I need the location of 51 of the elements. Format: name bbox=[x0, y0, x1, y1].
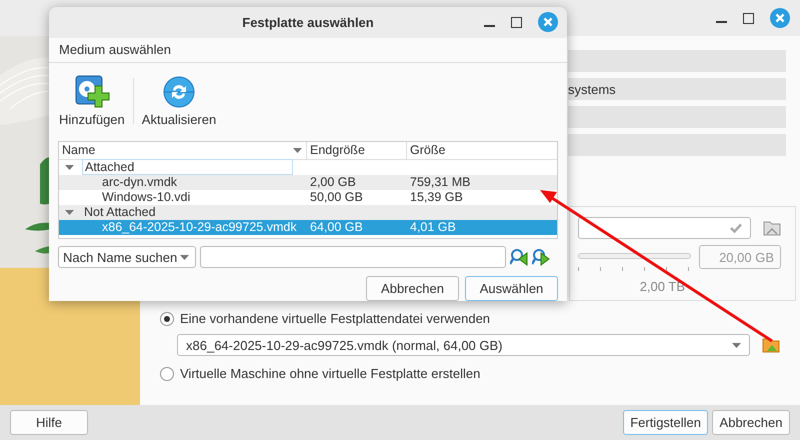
table-cell-text: 4,01 GB bbox=[409, 220, 457, 234]
column-header[interactable]: Endgröße bbox=[307, 142, 407, 159]
group-label[interactable]: Not Attached bbox=[82, 205, 158, 220]
table-cell-text: 759,31 MB bbox=[409, 175, 472, 190]
caret-icon bbox=[180, 254, 189, 260]
column-header[interactable]: Name bbox=[59, 142, 307, 159]
radio-label: Eine vorhandene virtuelle Festplattendatei verwenden bbox=[180, 311, 490, 326]
footer-button[interactable]: Fertigstellen bbox=[623, 410, 708, 435]
radio-button[interactable] bbox=[160, 312, 174, 326]
setting-label: systems bbox=[568, 82, 616, 96]
folder-icon[interactable] bbox=[763, 220, 781, 236]
maximize-button[interactable] bbox=[511, 16, 522, 28]
dialog-button[interactable]: Auswählen bbox=[465, 276, 558, 301]
radio-button[interactable] bbox=[160, 366, 174, 380]
table-cell-text: arc-dyn.vmdk bbox=[101, 175, 178, 190]
table-cell-text: 50,00 GB bbox=[309, 190, 364, 204]
table-row[interactable]: Windows-10.vdi 50,00 GB 15,39 GB bbox=[59, 190, 557, 205]
dialog-title: Festplatte auswählen bbox=[241, 14, 375, 30]
table-cell-text: Windows-10.vdi bbox=[101, 190, 192, 204]
disk-combo[interactable]: x86_64-2025-10-29-ac99725.vmdk (normal, 64,00 GB) bbox=[177, 334, 750, 356]
maximize-button[interactable] bbox=[743, 12, 754, 24]
radio-label: Virtuelle Maschine ohne virtuelle Festplatte erstellen bbox=[180, 366, 480, 381]
search-field[interactable] bbox=[200, 246, 506, 268]
add-disk-icon bbox=[74, 74, 110, 110]
file-combo[interactable] bbox=[578, 217, 751, 239]
dialog-button[interactable]: Abbrechen bbox=[366, 276, 459, 301]
sort-icon bbox=[293, 148, 302, 153]
expanded-icon[interactable] bbox=[65, 208, 74, 217]
help-button[interactable]: Hilfe bbox=[10, 410, 88, 435]
close-button[interactable] bbox=[770, 8, 790, 28]
table-cell-text: x86_64-2025-10-29-ac99725.vmdk bbox=[101, 220, 298, 234]
search-previous-icon[interactable] bbox=[510, 248, 528, 266]
toolbar-button[interactable]: Aktualisieren bbox=[138, 74, 220, 128]
refresh-icon bbox=[161, 74, 197, 110]
table-cell-text: 2,00 GB bbox=[309, 175, 357, 190]
search-mode-combo[interactable]: Nach Name suchen bbox=[58, 246, 196, 268]
menu-item[interactable]: Medium auswählen bbox=[59, 42, 172, 58]
table-cell-text: 64,00 GB bbox=[309, 220, 364, 234]
footer-button[interactable]: Abbrechen bbox=[712, 410, 790, 435]
search-next-icon[interactable] bbox=[532, 248, 550, 266]
minimize-button[interactable] bbox=[484, 25, 495, 28]
caret-icon bbox=[732, 342, 741, 348]
table-row[interactable]: arc-dyn.vmdk 2,00 GB 759,31 MB bbox=[59, 174, 557, 190]
expanded-icon[interactable] bbox=[65, 162, 74, 172]
column-header[interactable]: Größe bbox=[407, 142, 557, 159]
toolbar-button[interactable]: Hinzufügen bbox=[55, 74, 129, 128]
group-label[interactable]: Attached bbox=[82, 159, 293, 176]
close-button[interactable] bbox=[538, 12, 558, 32]
folder-icon[interactable] bbox=[762, 337, 780, 353]
table-cell-text: 15,39 GB bbox=[409, 190, 464, 204]
check-icon bbox=[730, 223, 742, 233]
